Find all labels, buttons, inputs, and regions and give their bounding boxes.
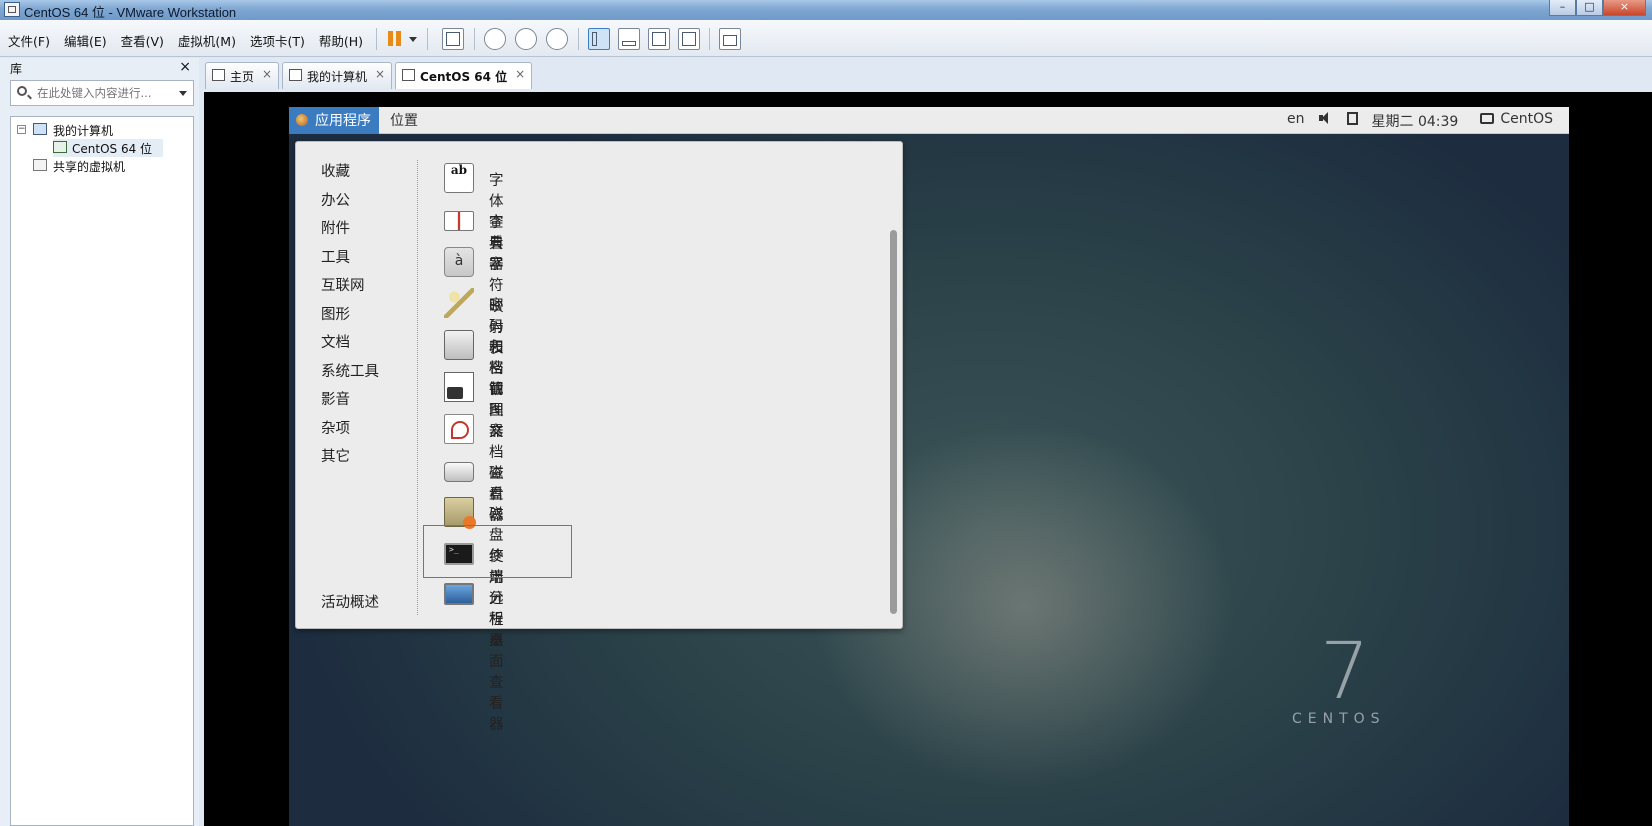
category-sound-video[interactable]: 影音 (321, 388, 379, 417)
home-icon (212, 69, 225, 81)
shared-vms-icon (33, 159, 47, 171)
wallpaper-version-number: 7 (1320, 627, 1370, 717)
category-list: 收藏 办公 附件 工具 互联网 图形 文档 系统工具 影音 杂项 其它 (321, 160, 379, 474)
menu-scrollbar[interactable] (890, 230, 897, 614)
document-viewer-icon (444, 413, 474, 444)
network-icon[interactable] (1346, 111, 1358, 131)
maximize-button[interactable]: □ (1576, 0, 1603, 16)
thumbnail-bar-icon[interactable] (618, 28, 640, 50)
menu-view[interactable]: 查看(V) (121, 31, 164, 50)
category-office[interactable]: 办公 (321, 189, 379, 218)
tab-my-computer[interactable]: 我的计算机 × (282, 62, 393, 89)
category-accessories[interactable]: 附件 (321, 217, 379, 246)
library-close-button[interactable]: × (179, 59, 191, 75)
computer-icon (289, 69, 303, 81)
tree-item-centos[interactable]: CentOS 64 位 (53, 139, 163, 157)
wallpaper-logo-text: CENTOS (1292, 711, 1386, 727)
pause-dropdown-icon[interactable] (409, 37, 417, 42)
screenshot-icon (444, 371, 474, 402)
category-utilities[interactable]: 工具 (321, 246, 379, 275)
category-system-tools[interactable]: 系统工具 (321, 360, 379, 389)
remote-desktop-icon (444, 582, 474, 605)
toolbar: 文件(F) 编辑(E) 查看(V) 虚拟机(M) 选项卡(T) 帮助(H) (0, 20, 1652, 57)
menu-help[interactable]: 帮助(H) (319, 31, 363, 50)
tab-home[interactable]: 主页 × (205, 62, 280, 89)
console-view-icon[interactable] (719, 28, 741, 50)
chevron-down-icon[interactable] (179, 91, 187, 96)
menu-edit[interactable]: 编辑(E) (64, 31, 107, 50)
gnome-top-bar: 应用程序 位置 en 星期二 04:39 CentOS (289, 107, 1569, 134)
vm-icon (53, 141, 67, 153)
menu-vm[interactable]: 虚拟机(M) (178, 31, 236, 50)
archive-manager-icon (444, 330, 474, 361)
close-window-button[interactable]: × (1603, 0, 1646, 16)
category-graphics[interactable]: 图形 (321, 303, 379, 332)
input-method-indicator[interactable]: en (1287, 111, 1305, 131)
keys-icon (444, 288, 474, 319)
library-search-input[interactable] (35, 84, 175, 102)
show-library-icon[interactable] (588, 28, 610, 50)
gnome-foot-icon (296, 114, 308, 126)
pause-icon[interactable] (386, 28, 408, 50)
tab-centos[interactable]: CentOS 64 位 × (395, 62, 533, 89)
vm-icon (402, 69, 416, 81)
applications-menu-button[interactable]: 应用程序 (289, 107, 379, 134)
applications-menu: 收藏 办公 附件 工具 互联网 图形 文档 系统工具 影音 杂项 其它 活动概述… (295, 141, 903, 733)
category-other[interactable]: 其它 (321, 445, 379, 474)
collapse-icon[interactable]: − (17, 125, 26, 134)
category-sundry[interactable]: 杂项 (321, 417, 379, 446)
search-icon (17, 86, 27, 96)
snapshot-manager-icon[interactable] (546, 28, 568, 50)
category-internet[interactable]: 互联网 (321, 274, 379, 303)
vmware-app-icon (4, 2, 20, 17)
activities-overview[interactable]: 活动概述 (321, 591, 379, 612)
library-tree: − 我的计算机 CentOS 64 位 共享的虚拟机 (10, 116, 194, 826)
menu-tabs[interactable]: 选项卡(T) (250, 31, 305, 50)
full-screen-icon[interactable] (648, 28, 670, 50)
tab-close-icon[interactable]: × (262, 67, 272, 81)
send-ctrl-alt-del-icon[interactable] (442, 28, 464, 50)
terminal-highlight-box (423, 525, 572, 578)
clock[interactable]: 星期二 04:39 (1372, 111, 1459, 131)
places-menu-button[interactable]: 位置 (390, 110, 418, 130)
tab-close-icon[interactable]: × (515, 67, 525, 81)
minimize-button[interactable]: – (1549, 0, 1576, 16)
user-menu[interactable]: CentOS (1500, 111, 1553, 131)
vm-console[interactable]: 应用程序 位置 en 星期二 04:39 CentOS 收藏 办公 附件 工具 … (204, 92, 1652, 826)
snapshot-icon[interactable] (484, 28, 506, 50)
window-title: CentOS 64 位 - VMware Workstation (24, 5, 237, 20)
library-title: 库 (10, 62, 23, 76)
library-search[interactable] (10, 80, 194, 106)
centos-desktop[interactable]: 应用程序 位置 en 星期二 04:39 CentOS 收藏 办公 附件 工具 … (289, 107, 1569, 826)
category-favorites[interactable]: 收藏 (321, 160, 379, 189)
tab-close-icon[interactable]: × (375, 67, 385, 81)
volume-icon[interactable] (1318, 111, 1333, 131)
tab-bar: 主页 × 我的计算机 × CentOS 64 位 × (205, 62, 535, 89)
revert-snapshot-icon[interactable] (515, 28, 537, 50)
power-icon[interactable] (1480, 111, 1495, 131)
window-titlebar: CentOS 64 位 - VMware Workstation – □ × (0, 0, 1652, 20)
font-viewer-icon: ab (444, 163, 474, 193)
menu-divider (417, 160, 418, 615)
unity-icon[interactable] (678, 28, 700, 50)
disk-usage-icon (444, 497, 476, 530)
library-panel: 库 × − 我的计算机 CentOS 64 位 共享的虚拟机 (0, 58, 199, 826)
computer-icon (33, 123, 47, 135)
disks-icon (444, 461, 474, 482)
menu-file[interactable]: 文件(F) (8, 31, 50, 50)
category-documents[interactable]: 文档 (321, 331, 379, 360)
character-map-icon: à (444, 246, 474, 277)
dictionary-icon (444, 210, 474, 231)
